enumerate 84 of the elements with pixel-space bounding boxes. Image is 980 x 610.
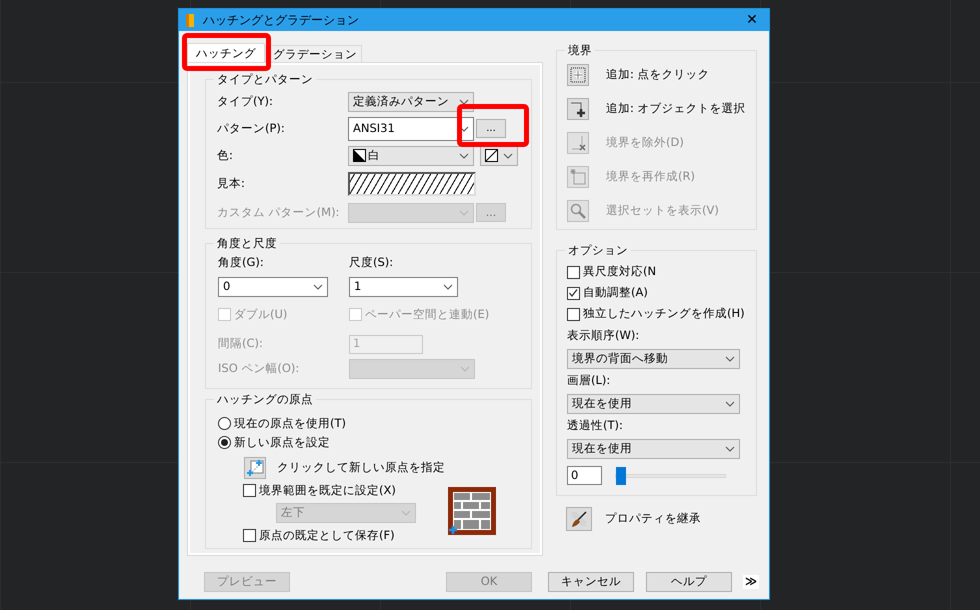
group-title: オプション xyxy=(565,243,631,257)
recreate-boundary-icon xyxy=(568,167,588,187)
close-button[interactable]: ✕ xyxy=(741,12,763,28)
radio-button[interactable] xyxy=(218,436,231,449)
checkbox[interactable] xyxy=(567,286,580,300)
field-label: 角度(G): xyxy=(218,256,265,270)
field-label: カスタム パターン(M): xyxy=(217,206,340,220)
app-icon xyxy=(185,14,195,26)
field-label: 尺度(S): xyxy=(349,256,394,270)
button-label: プロパティを継承 xyxy=(605,512,701,526)
tab[interactable]: ハッチング xyxy=(187,43,265,62)
caret-icon xyxy=(313,284,323,290)
pick-origin-icon xyxy=(246,460,264,476)
dropdown[interactable]: 現在を使用 xyxy=(567,439,740,459)
brush-icon xyxy=(569,509,589,529)
group-title: タイプとパターン xyxy=(214,72,316,86)
field-label: 間隔(C): xyxy=(218,337,264,351)
magnifier-icon xyxy=(568,201,588,221)
checkbox-label: 境界範囲を既定に設定(X) xyxy=(259,484,396,498)
checkbox-label: ペーパー空間と連動(E) xyxy=(365,308,490,322)
caret-icon xyxy=(459,126,469,132)
field-label: タイプ(Y): xyxy=(217,94,274,108)
checkbox[interactable] xyxy=(567,266,580,278)
pick-point-icon xyxy=(568,65,588,85)
checkbox[interactable] xyxy=(243,484,256,497)
field-label: 見本: xyxy=(217,177,246,191)
button-label: 選択セットを表示(V) xyxy=(606,204,719,218)
button-label: クリックして新しい原点を指定 xyxy=(277,461,445,475)
checkbox[interactable] xyxy=(243,529,256,542)
icon-button[interactable] xyxy=(567,98,589,120)
dropdown[interactable]: 1 xyxy=(349,277,458,297)
color-swatch-icon xyxy=(353,148,366,162)
caret-icon xyxy=(503,152,513,158)
slider-thumb[interactable] xyxy=(616,466,626,484)
button-label: 追加: オブジェクトを選択 xyxy=(606,102,746,116)
dropdown[interactable]: 白 xyxy=(348,146,474,166)
radio-label: 現在の原点を使用(T) xyxy=(234,416,346,430)
checkbox-label: 独立したハッチングを作成(H) xyxy=(583,307,745,321)
tab[interactable]: グラデーション xyxy=(265,45,362,62)
checkbox-label: 異尺度対応(N xyxy=(583,265,656,279)
expand-button[interactable]: ≫ xyxy=(743,575,760,589)
caret-icon xyxy=(725,356,735,362)
field-label: ISO ペン幅(O): xyxy=(218,362,300,376)
radio-label: 新しい原点を設定 xyxy=(234,436,330,450)
checkbox-label: 自動調整(A) xyxy=(583,286,648,300)
browse-button[interactable]: ... xyxy=(476,119,506,138)
caret-icon xyxy=(401,510,411,516)
color-swatch-icon xyxy=(485,149,498,162)
group-title: 境界 xyxy=(565,43,595,57)
dropdown[interactable]: 境界の背面へ移動 xyxy=(567,349,740,369)
origin-preview-drawing xyxy=(448,487,496,535)
button-label: 境界を除外(D) xyxy=(606,136,684,150)
caret-icon xyxy=(725,401,735,407)
checkbox[interactable] xyxy=(567,308,580,320)
inherit-button[interactable] xyxy=(566,507,592,531)
caret-icon xyxy=(459,152,469,158)
caret-icon xyxy=(459,210,469,216)
field-label: 表示順序(W): xyxy=(567,329,640,344)
dropdown[interactable]: 定義済みパターン xyxy=(348,92,474,112)
field-label: パターン(P): xyxy=(217,122,286,136)
button-label: 追加: 点をクリック xyxy=(606,68,710,82)
dropdown[interactable]: 0 xyxy=(218,277,328,297)
dialog-button[interactable]: ヘルプ xyxy=(646,572,732,592)
dropdown[interactable]: ANSI31 xyxy=(348,116,474,140)
window-title: ハッチングとグラデーション xyxy=(203,12,359,28)
dialog-button[interactable]: キャンセル xyxy=(548,572,634,592)
icon-button[interactable] xyxy=(567,64,589,86)
dropdown[interactable] xyxy=(480,146,518,166)
input-field[interactable]: 0 xyxy=(567,466,602,485)
button-label: 境界を再作成(R) xyxy=(606,170,695,184)
radio-button[interactable] xyxy=(218,417,231,430)
field-label: 色: xyxy=(217,148,234,162)
group-title: ハッチングの原点 xyxy=(214,392,316,406)
group-title: 角度と尺度 xyxy=(214,236,280,250)
caret-icon xyxy=(443,284,453,290)
field-label: 透過性(T): xyxy=(567,419,624,434)
caret-icon xyxy=(725,446,735,452)
caret-icon xyxy=(459,98,469,104)
pick-origin-button[interactable] xyxy=(244,457,266,479)
field-label: 画層(L): xyxy=(567,374,612,389)
checkbox-label: 原点の既定として保存(F) xyxy=(259,528,395,542)
dropdown[interactable]: 現在を使用 xyxy=(567,394,740,414)
caret-icon xyxy=(460,366,470,372)
checkbox-label: ダブル(U) xyxy=(234,308,288,322)
